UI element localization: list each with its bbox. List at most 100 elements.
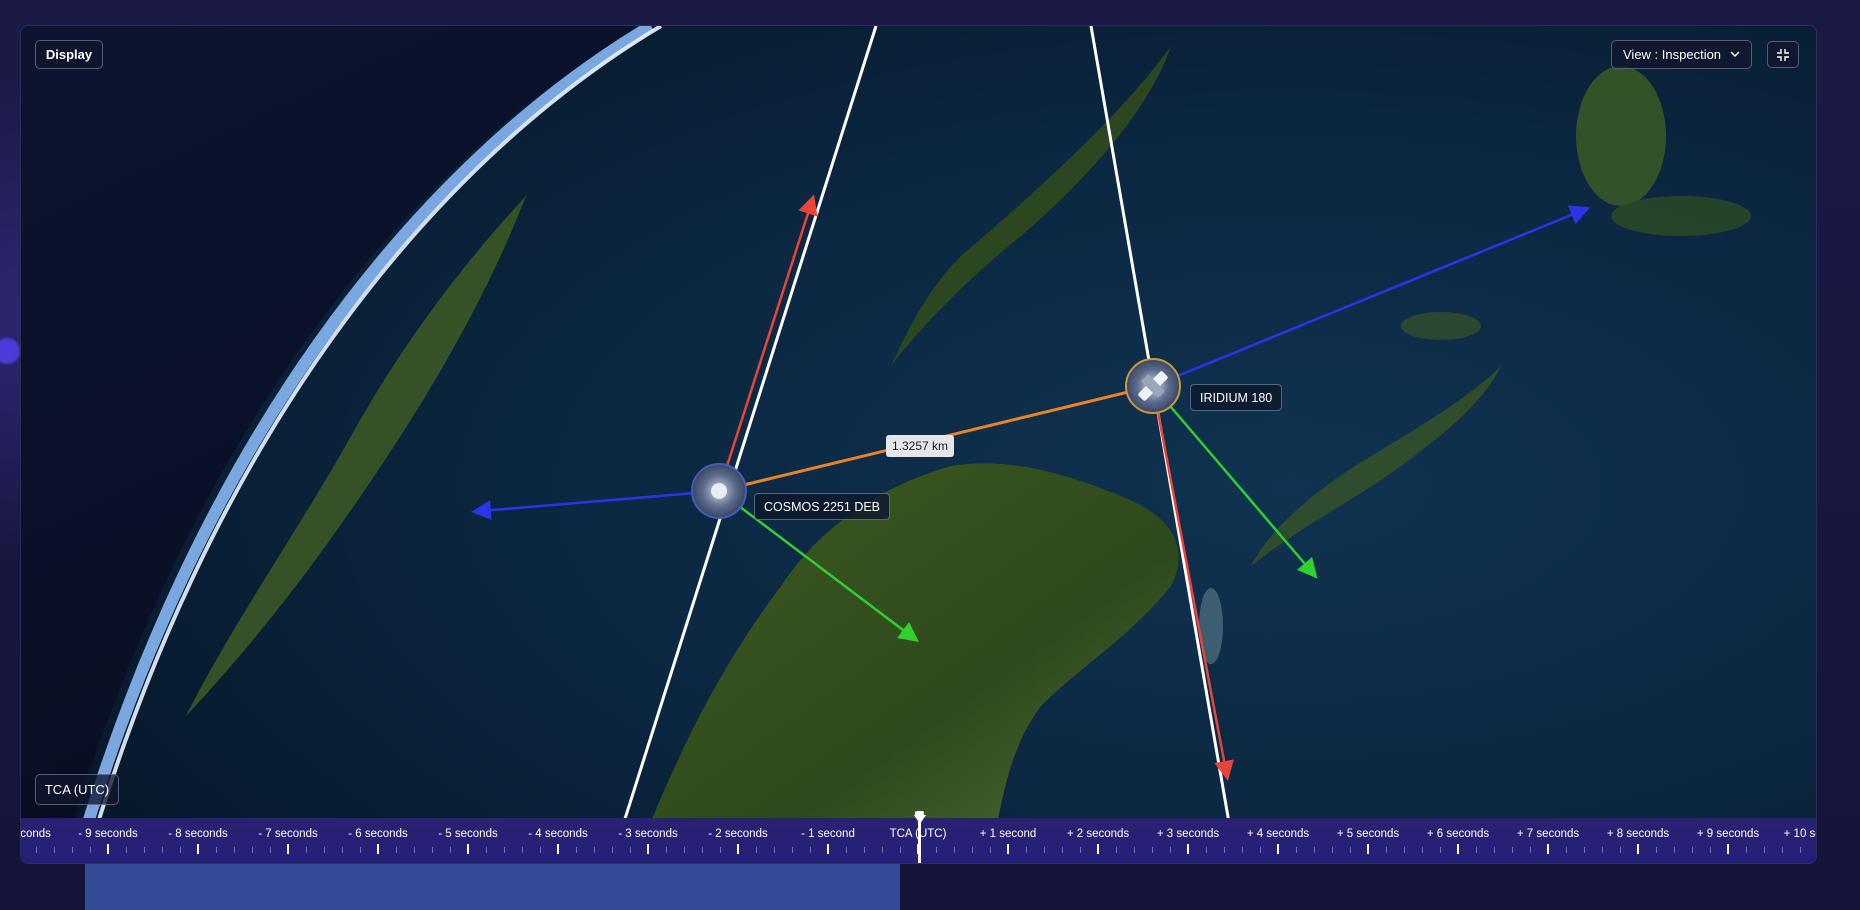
timeline-minor-tick (1494, 847, 1495, 853)
timeline-major-tick (1007, 844, 1009, 854)
timeline-minor-tick (270, 847, 271, 853)
timeline-minor-tick (1620, 847, 1621, 853)
timeline-minor-tick (1566, 847, 1567, 853)
timeline-minor-tick (486, 847, 487, 853)
timeline-minor-tick (1386, 847, 1387, 853)
timeline-minor-tick (846, 847, 847, 853)
timeline-minor-tick (1692, 847, 1693, 853)
timeline-major-tick (737, 844, 739, 854)
timeline-label: + 5 seconds (1336, 828, 1400, 840)
timeline-cursor-head[interactable] (914, 815, 926, 824)
timeline-major-tick (1547, 844, 1549, 854)
timeline-minor-tick (774, 847, 775, 853)
timeline-major-tick (287, 844, 289, 854)
timeline-minor-tick (720, 847, 721, 853)
timeline-minor-tick (1440, 847, 1441, 853)
timeline-label: - 6 seconds (348, 828, 408, 840)
timeline-major-tick (1187, 844, 1189, 854)
timeline-minor-tick (72, 847, 73, 853)
timeline-minor-tick (666, 847, 667, 853)
timeline-minor-tick (360, 847, 361, 853)
background-header (0, 0, 1860, 26)
timeline-minor-tick (1656, 847, 1657, 853)
timeline-minor-tick (882, 847, 883, 853)
view-select[interactable]: View : Inspection (1611, 40, 1752, 69)
timeline-minor-tick (216, 847, 217, 853)
timeline-minor-tick (1602, 847, 1603, 853)
timeline-major-tick (647, 844, 649, 854)
timeline-minor-tick (990, 847, 991, 853)
timeline-minor-tick (1026, 847, 1027, 853)
timeline-minor-tick (414, 847, 415, 853)
timeline-minor-tick (810, 847, 811, 853)
timeline-minor-tick (126, 847, 127, 853)
timeline-minor-tick (1116, 847, 1117, 853)
timeline-minor-tick (1746, 847, 1747, 853)
timeline-label: - 2 seconds (708, 828, 768, 840)
timeline-label: - 10 seconds (20, 828, 51, 840)
timeline-minor-tick (900, 847, 901, 853)
collapse-button[interactable] (1767, 41, 1799, 68)
timeline-minor-tick (432, 847, 433, 853)
timeline-minor-tick (1152, 847, 1153, 853)
timeline-major-tick (557, 844, 559, 854)
timeline-major-tick (107, 844, 109, 854)
timeline-minor-tick (342, 847, 343, 853)
timeline-minor-tick (396, 847, 397, 853)
timeline-minor-tick (1242, 847, 1243, 853)
timeline-label: - 1 second (801, 828, 855, 840)
timeline-label: + 6 seconds (1426, 828, 1490, 840)
timeline-minor-tick (1422, 847, 1423, 853)
view-select-value: View : Inspection (1623, 47, 1722, 62)
timeline-minor-tick (630, 847, 631, 853)
timeline-major-tick (467, 844, 469, 854)
timeline-minor-tick (594, 847, 595, 853)
timeline-label: + 9 seconds (1696, 828, 1760, 840)
timeline-cursor[interactable] (918, 818, 921, 863)
timeline-label: - 9 seconds (78, 828, 138, 840)
timeline-minor-tick (1170, 847, 1171, 853)
timeline-label: - 7 seconds (258, 828, 318, 840)
timeline-major-tick (1097, 844, 1099, 854)
timeline-label: + 7 seconds (1516, 828, 1580, 840)
timeline-minor-tick (1080, 847, 1081, 853)
timeline-minor-tick (252, 847, 253, 853)
timeline-label: + 10 seconds (1783, 828, 1816, 840)
timeline-minor-tick (36, 847, 37, 853)
timeline-label: + 4 seconds (1246, 828, 1310, 840)
timeline-major-tick (1457, 844, 1459, 854)
timeline-minor-tick (684, 847, 685, 853)
timeline-label: + 2 seconds (1066, 828, 1130, 840)
timeline-minor-tick (1404, 847, 1405, 853)
timeline-minor-tick (1512, 847, 1513, 853)
timeline-minor-tick (702, 847, 703, 853)
background-panel (85, 862, 900, 910)
timeline-minor-tick (144, 847, 145, 853)
timeline-minor-tick (1224, 847, 1225, 853)
timeline-minor-tick (756, 847, 757, 853)
timeline-minor-tick (1710, 847, 1711, 853)
timeline-minor-tick (972, 847, 973, 853)
timeline-minor-tick (180, 847, 181, 853)
timeline-minor-tick (1782, 847, 1783, 853)
globe-viewer[interactable]: Display View : Inspection COSMOS 2251 DE… (20, 25, 1817, 864)
timeline-minor-tick (1350, 847, 1351, 853)
display-button[interactable]: Display (35, 40, 103, 69)
timeline-minor-tick (234, 847, 235, 853)
timeline-label: - 4 seconds (528, 828, 588, 840)
timeline-minor-tick (450, 847, 451, 853)
timeline-label: - 5 seconds (438, 828, 498, 840)
timeline[interactable]: - 10 seconds - 9 seconds - 8 seconds - 7 se… (20, 811, 1816, 863)
timeline-minor-tick (954, 847, 955, 853)
timeline-label: + 1 second (979, 828, 1037, 840)
iridium-marker[interactable] (1125, 358, 1181, 414)
timeline-minor-tick (1044, 847, 1045, 853)
timeline-minor-tick (1296, 847, 1297, 853)
timeline-minor-tick (1764, 847, 1765, 853)
timeline-minor-tick (1062, 847, 1063, 853)
timeline-minor-tick (54, 847, 55, 853)
iridium-label: IRIDIUM 180 (1190, 384, 1283, 411)
cosmos-marker[interactable] (691, 463, 747, 519)
timeline-minor-tick (1530, 847, 1531, 853)
timeline-major-tick (1637, 844, 1639, 854)
